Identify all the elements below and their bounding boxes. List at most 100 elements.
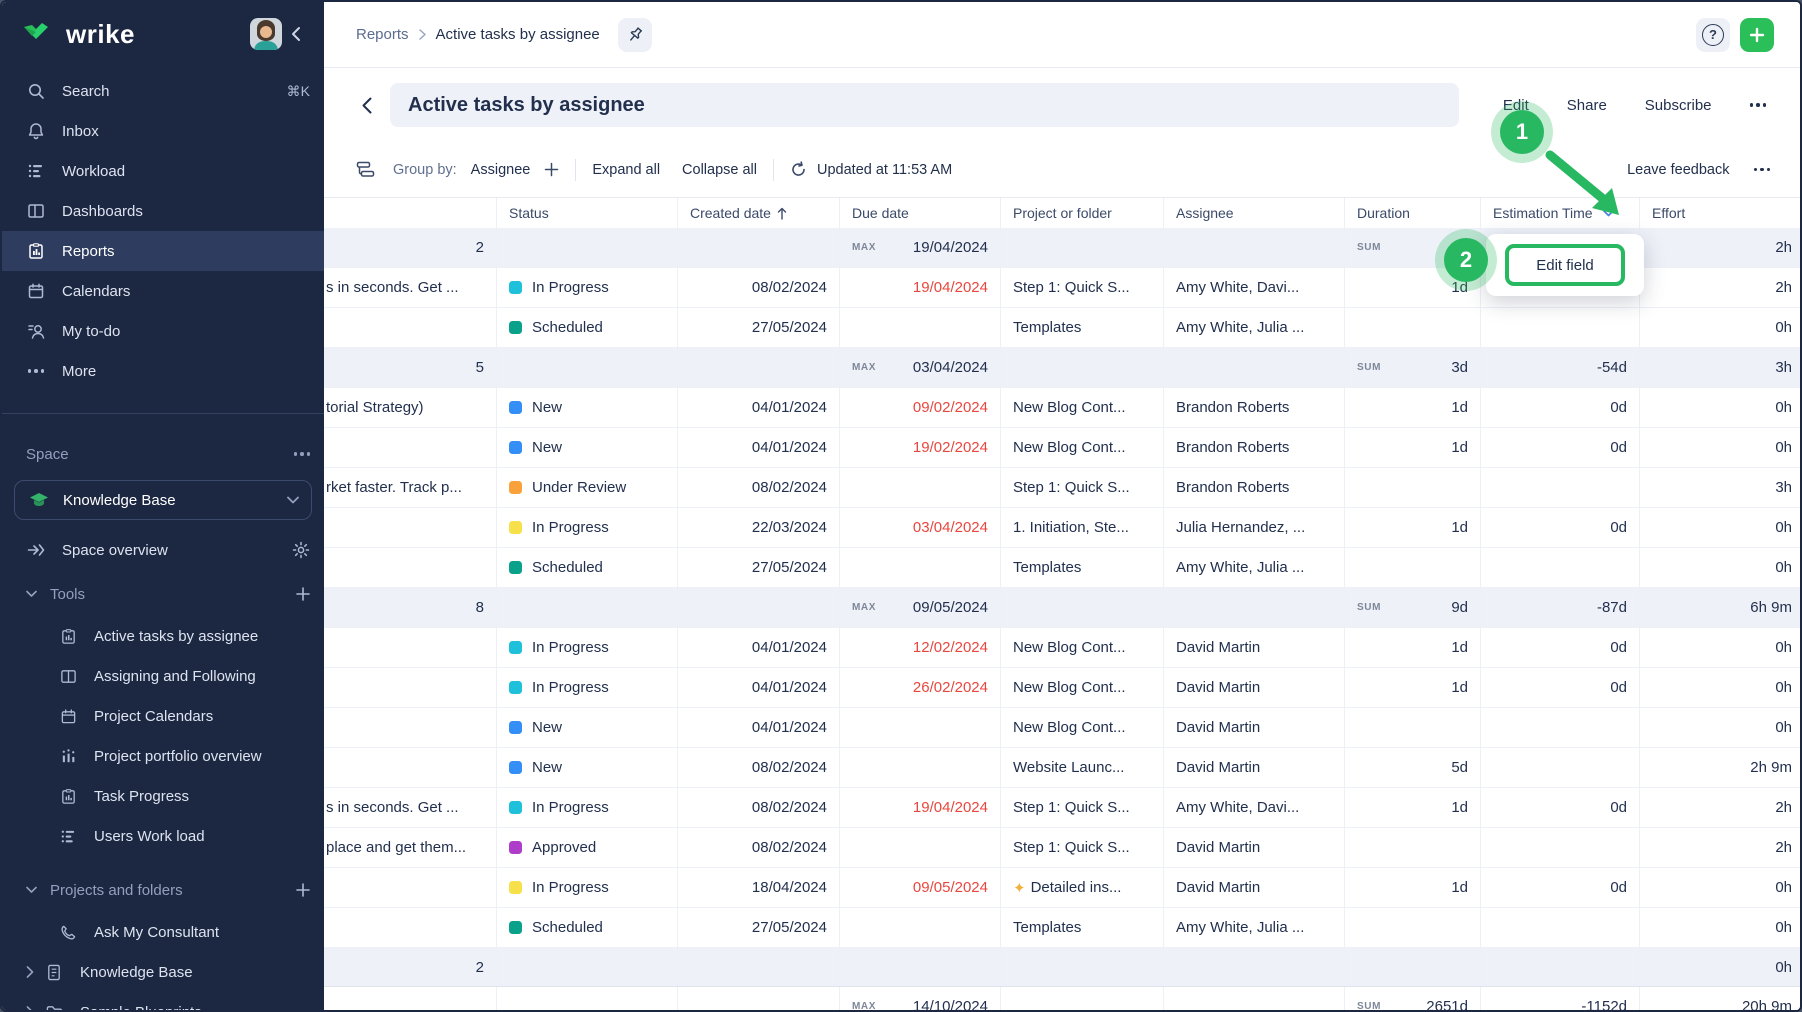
cell-assignee[interactable]: Brandon Roberts (1164, 468, 1345, 507)
tool-item-assigning[interactable]: Assigning and Following (2, 656, 324, 696)
cell-effort[interactable]: 3h (1640, 468, 1800, 507)
task-row[interactable]: torial Strategy)New04/01/202409/02/2024N… (324, 388, 1800, 428)
sidebar-item-search[interactable]: Search ⌘K (2, 71, 324, 111)
status-chip[interactable] (509, 401, 522, 414)
cell-created[interactable]: 27/05/2024 (678, 548, 840, 587)
task-row[interactable]: place and get them...Approved08/02/2024S… (324, 828, 1800, 868)
cell-project[interactable]: Step 1: Quick S... (1001, 468, 1164, 507)
share-button[interactable]: Share (1567, 97, 1607, 114)
cell-created[interactable]: 22/03/2024 (678, 508, 840, 547)
cell-due[interactable]: 19/04/2024 (840, 788, 1001, 827)
cell-task-name[interactable] (324, 908, 497, 947)
cell-status[interactable]: In Progress (497, 668, 678, 707)
cell-task-name[interactable]: torial Strategy) (324, 388, 497, 427)
cell-created[interactable]: 27/05/2024 (678, 308, 840, 347)
cell-estimation[interactable] (1481, 908, 1640, 947)
task-row[interactable]: Scheduled27/05/2024TemplatesAmy White, J… (324, 308, 1800, 348)
cell-due[interactable] (840, 468, 1001, 507)
project-item-ask-consultant[interactable]: Ask My Consultant (2, 912, 324, 952)
group-row[interactable]: 20h (324, 948, 1800, 988)
status-chip[interactable] (509, 521, 522, 534)
cell-duration[interactable]: 1d (1345, 428, 1481, 467)
cell-task-name[interactable]: s in seconds. Get ... (324, 788, 497, 827)
status-chip[interactable] (509, 801, 522, 814)
cell-effort[interactable]: 2h (1640, 268, 1800, 307)
project-item-sample-blueprints[interactable]: Sample Blueprints (2, 992, 324, 1012)
cell-task-name[interactable] (324, 508, 497, 547)
status-chip[interactable] (509, 681, 522, 694)
tool-item-task-progress[interactable]: Task Progress (2, 776, 324, 816)
subscribe-button[interactable]: Subscribe (1645, 97, 1712, 114)
cell-estimation[interactable]: 0d (1481, 508, 1640, 547)
add-tool-icon[interactable] (296, 587, 310, 601)
cell-due[interactable] (840, 308, 1001, 347)
cell-estimation[interactable]: 0d (1481, 868, 1640, 907)
cell-status[interactable]: In Progress (497, 868, 678, 907)
group-row[interactable]: 5MAX03/04/2024SUM3d-54d3h (324, 348, 1800, 388)
task-row[interactable]: Scheduled27/05/2024TemplatesAmy White, J… (324, 908, 1800, 948)
cell-status[interactable]: New (497, 428, 678, 467)
task-row[interactable]: In Progress18/04/202409/05/2024✦Detailed… (324, 868, 1800, 908)
cell-created[interactable]: 08/02/2024 (678, 748, 840, 787)
cell-task-name[interactable] (324, 668, 497, 707)
cell-assignee[interactable]: David Martin (1164, 628, 1345, 667)
status-chip[interactable] (509, 281, 522, 294)
cell-project[interactable]: ✦Detailed ins... (1001, 868, 1164, 907)
cell-created[interactable]: 04/01/2024 (678, 428, 840, 467)
cell-created[interactable]: 04/01/2024 (678, 708, 840, 747)
cell-estimation[interactable]: 0d (1481, 628, 1640, 667)
cell-assignee[interactable]: Amy White, Julia ... (1164, 548, 1345, 587)
cell-created[interactable]: 04/01/2024 (678, 628, 840, 667)
expand-all-button[interactable]: Expand all (592, 162, 660, 178)
col-estimation-time[interactable]: Estimation Time (1481, 198, 1640, 228)
cell-duration[interactable]: 1d (1345, 508, 1481, 547)
leave-feedback-button[interactable]: Leave feedback (1627, 162, 1729, 178)
avatar[interactable] (250, 18, 282, 50)
cell-effort[interactable]: 0h (1640, 668, 1800, 707)
cell-effort[interactable]: 2h 9m (1640, 748, 1800, 787)
chevron-right-icon[interactable] (26, 966, 34, 978)
cell-assignee[interactable]: David Martin (1164, 868, 1345, 907)
cell-assignee[interactable]: Amy White, Julia ... (1164, 308, 1345, 347)
cell-due[interactable]: 26/02/2024 (840, 668, 1001, 707)
cell-project[interactable]: 1. Initiation, Ste... (1001, 508, 1164, 547)
refresh-icon[interactable] (790, 161, 807, 178)
cell-task-name[interactable] (324, 868, 497, 907)
help-button[interactable]: ? (1696, 18, 1730, 52)
cell-status[interactable]: In Progress (497, 508, 678, 547)
status-chip[interactable] (509, 881, 522, 894)
cell-task-name[interactable]: s in seconds. Get ... (324, 268, 497, 307)
cell-status[interactable]: Scheduled (497, 908, 678, 947)
cell-estimation[interactable] (1481, 548, 1640, 587)
breadcrumb-reports[interactable]: Reports (356, 26, 409, 43)
cell-effort[interactable]: 0h (1640, 548, 1800, 587)
group-row[interactable]: 8MAX09/05/2024SUM9d-87d6h 9m (324, 588, 1800, 628)
col-project[interactable]: Project or folder (1001, 198, 1164, 228)
cell-duration[interactable]: 1d (1345, 668, 1481, 707)
cell-effort[interactable]: 0h (1640, 908, 1800, 947)
cell-assignee[interactable]: Brandon Roberts (1164, 388, 1345, 427)
group-by-control[interactable]: Group by: Assignee (393, 162, 559, 178)
report-title-input[interactable]: Active tasks by assignee (390, 83, 1459, 127)
sidebar-item-inbox[interactable]: Inbox (2, 111, 324, 151)
cell-project[interactable]: Templates (1001, 308, 1164, 347)
status-chip[interactable] (509, 561, 522, 574)
cell-due[interactable]: 09/02/2024 (840, 388, 1001, 427)
cell-estimation[interactable] (1481, 308, 1640, 347)
cell-estimation[interactable]: 0d (1481, 388, 1640, 427)
status-chip[interactable] (509, 641, 522, 654)
toolbar-more-icon[interactable] (1754, 168, 1771, 172)
cell-created[interactable]: 04/01/2024 (678, 668, 840, 707)
wrike-logo[interactable]: wrike (22, 19, 250, 50)
task-row[interactable]: In Progress04/01/202412/02/2024New Blog … (324, 628, 1800, 668)
cell-duration[interactable] (1345, 468, 1481, 507)
cell-task-name[interactable] (324, 308, 497, 347)
cell-assignee[interactable]: Amy White, Julia ... (1164, 908, 1345, 947)
cell-assignee[interactable]: Amy White, Davi... (1164, 268, 1345, 307)
cell-assignee[interactable]: David Martin (1164, 828, 1345, 867)
task-row[interactable]: New08/02/2024Website Launc...David Marti… (324, 748, 1800, 788)
cell-due[interactable]: 19/02/2024 (840, 428, 1001, 467)
cell-status[interactable]: In Progress (497, 628, 678, 667)
cell-project[interactable]: New Blog Cont... (1001, 628, 1164, 667)
cell-project[interactable]: Step 1: Quick S... (1001, 788, 1164, 827)
